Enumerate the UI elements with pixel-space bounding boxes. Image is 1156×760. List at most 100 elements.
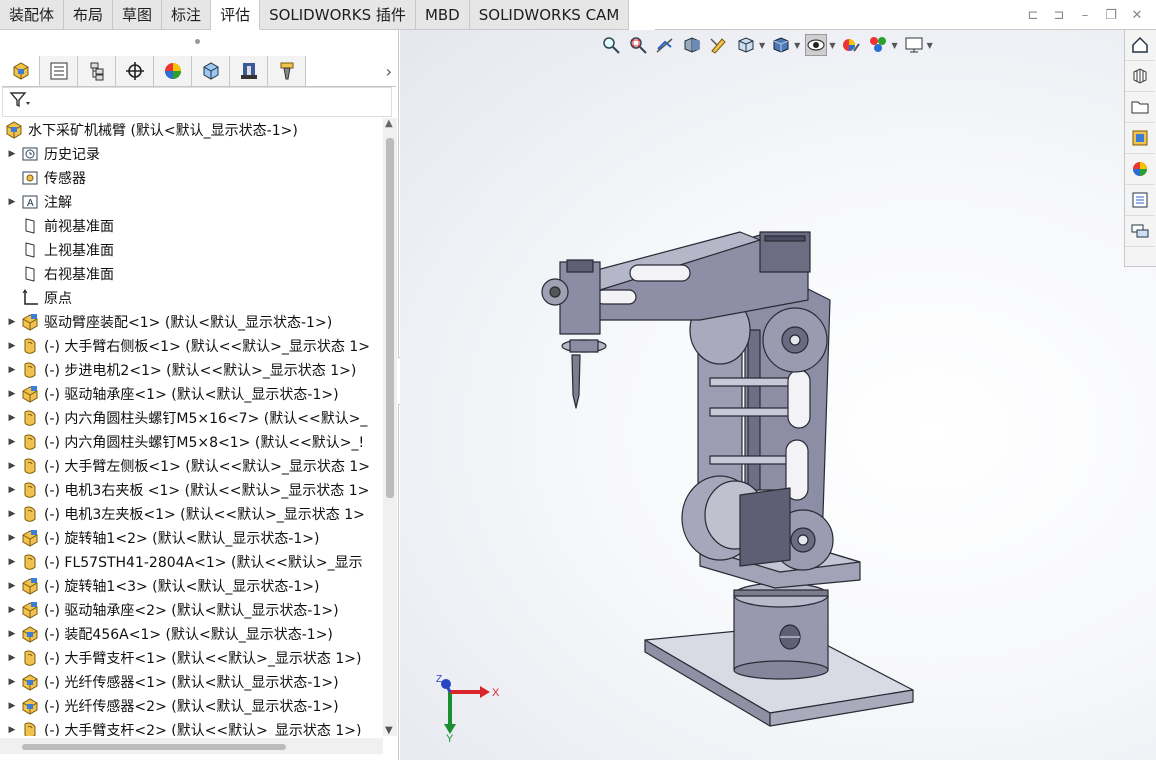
tree-item[interactable]: ▶ 历史记录: [0, 142, 383, 166]
expand-arrow-icon[interactable]: ▶: [4, 653, 20, 663]
home-icon[interactable]: [1125, 30, 1155, 61]
close-icon[interactable]: ✕: [1128, 7, 1146, 25]
restore-right-icon[interactable]: ⊐: [1050, 7, 1068, 25]
annotation-icon: A: [20, 192, 40, 212]
tree-item[interactable]: ▶ A 注解: [0, 190, 383, 214]
filter-icon[interactable]: [9, 91, 31, 113]
expand-arrow-icon[interactable]: ▶: [4, 533, 20, 543]
cam-operation-icon[interactable]: [230, 56, 268, 86]
expand-arrow-icon[interactable]: ▶: [4, 461, 20, 471]
expand-arrow-icon[interactable]: ▶: [4, 629, 20, 639]
feature-tree: 水下采矿机械臂 (默认<默认_显示状态-1>) ▶ 历史记录 传感器 ▶ A 注解前视基准…: [0, 118, 383, 736]
expand-arrow-icon[interactable]: ▶: [4, 413, 20, 423]
tree-item[interactable]: ▶ (-) 大手臂右侧板<1> (默认<<默认>_显示状态 1>: [0, 334, 383, 358]
scroll-up-icon[interactable]: ▲: [385, 118, 393, 129]
tree-horizontal-scrollbar[interactable]: [0, 738, 383, 754]
custom-properties-icon[interactable]: [1125, 185, 1155, 216]
tab-7[interactable]: SOLIDWORKS CAM: [469, 0, 630, 30]
tree-item[interactable]: ▶ (-) 大手臂左侧板<1> (默认<<默认>_显示状态 1>: [0, 454, 383, 478]
assembly-icon: [20, 672, 40, 692]
dimxpert-icon[interactable]: [116, 56, 154, 86]
cam-feature-icon[interactable]: [192, 56, 230, 86]
tree-vertical-scroll-thumb[interactable]: [386, 138, 394, 498]
expand-arrow-icon[interactable]: ▶: [4, 581, 20, 591]
expand-arrow-icon[interactable]: ▶: [4, 389, 20, 399]
expand-arrow-icon[interactable]: ▶: [4, 197, 20, 207]
tree-vertical-scrollbar[interactable]: ▲ ▼: [383, 118, 397, 736]
cam-tool-icon[interactable]: [268, 56, 306, 86]
tab-5[interactable]: SOLIDWORKS 插件: [260, 0, 416, 30]
tree-item[interactable]: ▶ (-) 大手臂支杆<1> (默认<<默认>_显示状态 1>): [0, 646, 383, 670]
expand-arrow-icon[interactable]: ▶: [4, 509, 20, 519]
tab-6[interactable]: MBD: [415, 0, 470, 30]
expand-arrow-icon[interactable]: ▶: [4, 365, 20, 375]
robot-arm-model[interactable]: [400, 30, 1123, 760]
plane-icon: [20, 240, 40, 260]
expand-arrow-icon[interactable]: ▶: [4, 605, 20, 615]
tree-item-label: (-) 驱动轴承座<1> (默认<默认_显示状态-1>): [44, 387, 339, 403]
view-palette-icon[interactable]: [1125, 123, 1155, 154]
configuration-manager-icon[interactable]: [78, 56, 116, 86]
tree-filter[interactable]: [2, 87, 392, 117]
tree-item[interactable]: 原点: [0, 286, 383, 310]
tree-item[interactable]: 右视基准面: [0, 262, 383, 286]
display-manager-icon[interactable]: [154, 56, 192, 86]
tab-4[interactable]: 评估: [211, 0, 261, 30]
tree-item[interactable]: ▶ (-) 驱动轴承座<1> (默认<默认_显示状态-1>): [0, 382, 383, 406]
file-explorer-icon[interactable]: [1125, 92, 1155, 123]
tree-item[interactable]: ▶ (-) FL57STH41-2804A<1> (默认<<默认>_显示: [0, 550, 383, 574]
svg-text:A: A: [27, 198, 34, 209]
panel-splitter[interactable]: [195, 39, 200, 44]
tree-item[interactable]: ▶ (-) 内六角圆柱头螺钉M5×16<7> (默认<<默认>_: [0, 406, 383, 430]
tree-root[interactable]: 水下采矿机械臂 (默认<默认_显示状态-1>): [0, 118, 383, 142]
plane-icon: [20, 264, 40, 284]
subassembly-icon: [20, 576, 40, 596]
3d-content-icon[interactable]: [1125, 61, 1155, 92]
tree-item-label: (-) 光纤传感器<1> (默认<默认_显示状态-1>): [44, 675, 339, 691]
tree-item[interactable]: ▶ (-) 旋转轴1<2> (默认<默认_显示状态-1>): [0, 526, 383, 550]
tree-item[interactable]: ▶ (-) 电机3左夹板<1> (默认<<默认>_显示状态 1>: [0, 502, 383, 526]
expand-arrow-icon[interactable]: ▶: [4, 437, 20, 447]
tree-item[interactable]: ▶ (-) 光纤传感器<2> (默认<默认_显示状态-1>): [0, 694, 383, 718]
tree-item[interactable]: 前视基准面: [0, 214, 383, 238]
expand-arrow-icon[interactable]: ▶: [4, 725, 20, 735]
tree-item[interactable]: ▶ (-) 电机3右夹板 <1> (默认<<默认>_显示状态 1>: [0, 478, 383, 502]
scroll-down-icon[interactable]: ▼: [385, 725, 393, 736]
tree-item[interactable]: ▶ (-) 旋转轴1<3> (默认<默认_显示状态-1>): [0, 574, 383, 598]
tree-item[interactable]: ▶ (-) 装配456A<1> (默认<默认_显示状态-1>): [0, 622, 383, 646]
expand-arrow-icon[interactable]: ▶: [4, 317, 20, 327]
tree-item[interactable]: ▶ 驱动臂座装配<1> (默认<默认_显示状态-1>): [0, 310, 383, 334]
panel-tabs-scroll-right-icon[interactable]: ›: [386, 62, 392, 81]
tree-horizontal-scroll-thumb[interactable]: [22, 744, 286, 750]
tree-item-label: 注解: [44, 195, 72, 211]
appearances-icon[interactable]: [1125, 154, 1155, 185]
expand-arrow-icon[interactable]: ▶: [4, 701, 20, 711]
expand-arrow-icon[interactable]: ▶: [4, 341, 20, 351]
graphics-area[interactable]: ▼ ▼ ▼ ▼ ▼ X Y Z: [400, 30, 1156, 760]
tab-0[interactable]: 装配体: [0, 0, 65, 30]
tree-item[interactable]: 传感器: [0, 166, 383, 190]
expand-arrow-icon[interactable]: ▶: [4, 485, 20, 495]
expand-arrow-icon[interactable]: ▶: [4, 149, 20, 159]
tab-3[interactable]: 标注: [162, 0, 212, 30]
expand-arrow-icon[interactable]: ▶: [4, 557, 20, 567]
expand-arrow-icon[interactable]: ▶: [4, 677, 20, 687]
tree-item-label: 上视基准面: [44, 243, 114, 259]
tree-item[interactable]: 上视基准面: [0, 238, 383, 262]
tree-item-label: (-) 电机3右夹板 <1> (默认<<默认>_显示状态 1>: [44, 483, 370, 499]
origin-icon: [20, 288, 40, 308]
feature-manager-panel: › 水下采矿机械臂 (默认<默认_显示状态-1>) ▶ 历史记录 传感器 ▶ A 注解前视…: [0, 30, 399, 760]
tab-1[interactable]: 布局: [64, 0, 114, 30]
property-manager-icon[interactable]: [40, 56, 78, 86]
tree-item[interactable]: ▶ (-) 大手臂支杆<2> (默认<<默认>_显示状态 1>): [0, 718, 383, 736]
tab-2[interactable]: 草图: [113, 0, 163, 30]
tree-item[interactable]: ▶ (-) 驱动轴承座<2> (默认<默认_显示状态-1>): [0, 598, 383, 622]
tree-item[interactable]: ▶ (-) 内六角圆柱头螺钉M5×8<1> (默认<<默认>_!: [0, 430, 383, 454]
forum-icon[interactable]: [1125, 216, 1155, 247]
maximize-icon[interactable]: ❐: [1102, 7, 1120, 25]
minimize-icon[interactable]: –: [1076, 7, 1094, 25]
restore-left-icon[interactable]: ⊏: [1024, 7, 1042, 25]
tree-item[interactable]: ▶ (-) 步进电机2<1> (默认<<默认>_显示状态 1>): [0, 358, 383, 382]
feature-manager-icon[interactable]: [2, 56, 40, 86]
tree-item[interactable]: ▶ (-) 光纤传感器<1> (默认<默认_显示状态-1>): [0, 670, 383, 694]
